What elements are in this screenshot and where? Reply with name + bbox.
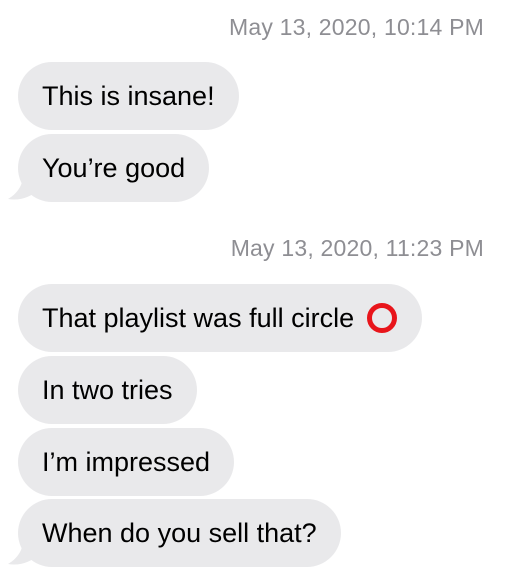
- message-text: That playlist was full circle: [42, 303, 355, 333]
- message-text: In two tries: [42, 375, 173, 405]
- message-bubble[interactable]: This is insane!: [18, 62, 239, 130]
- hollow-red-circle-icon: [367, 303, 398, 333]
- message-bubble[interactable]: I’m impressed: [18, 428, 235, 496]
- message-text: When do you sell that?: [42, 518, 317, 548]
- message-text: You’re good: [42, 153, 186, 183]
- message-bubble[interactable]: You’re good: [18, 134, 210, 202]
- message-bubble[interactable]: In two tries: [18, 356, 197, 424]
- message-text: I’m impressed: [42, 447, 211, 477]
- message-bubble[interactable]: When do you sell that?: [18, 499, 341, 567]
- message-bubble[interactable]: That playlist was full circle: [18, 284, 423, 352]
- timestamp: May 13, 2020, 11:23 PM: [230, 235, 484, 261]
- message-text: This is insane!: [42, 81, 215, 111]
- timestamp: May 13, 2020, 10:14 PM: [229, 14, 484, 40]
